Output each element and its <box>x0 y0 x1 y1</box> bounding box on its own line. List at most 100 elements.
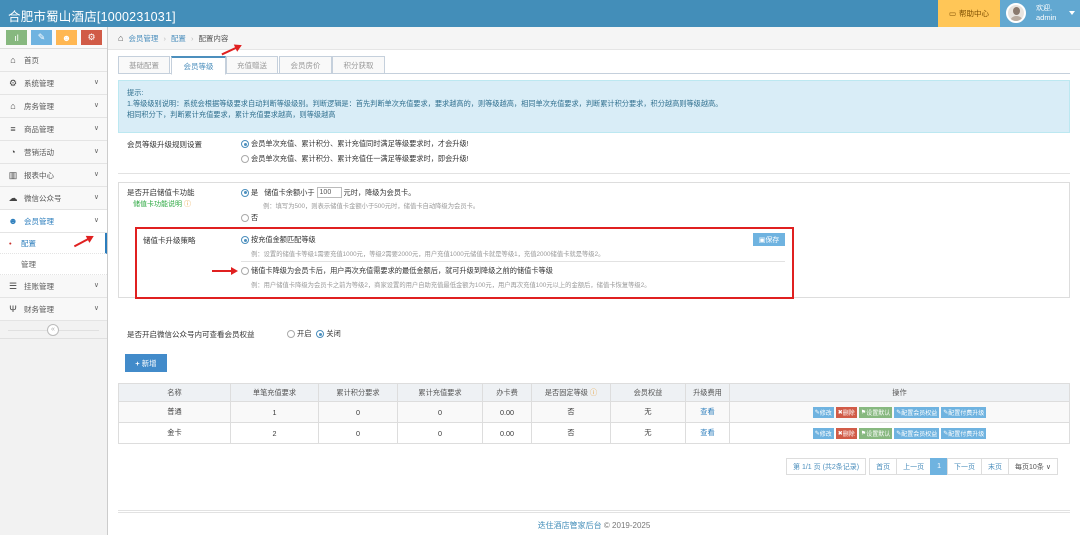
radio-checked[interactable] <box>241 236 249 244</box>
prev-page-button[interactable]: 上一页 <box>896 458 932 475</box>
set-default-button[interactable]: ⚑ 设置默认 <box>858 427 893 439</box>
cloud-icon: ☁ <box>8 192 18 203</box>
sidebar-item-rooms[interactable]: ⌂ 房务管理 ∨ <box>0 95 107 118</box>
view-upgrade-link[interactable]: 查看 <box>700 428 714 437</box>
chevron-down-icon: ∨ <box>1045 463 1051 471</box>
delete-button[interactable]: ✖ 删除 <box>835 406 857 418</box>
column-header: 累计积分要求 <box>318 383 398 402</box>
user-menu[interactable]: 欢迎, admin <box>1000 0 1080 27</box>
alert-title: 提示: <box>127 88 144 97</box>
divider <box>118 173 1070 174</box>
tab-member-level[interactable]: 会员等级 <box>171 56 226 75</box>
page-size-value: 每页10条 <box>1015 463 1044 471</box>
cell-total: 0 <box>397 401 483 423</box>
stored-card-help-link[interactable]: 储值卡功能说明 ⓘ <box>133 199 191 209</box>
page-number[interactable]: 1 <box>930 458 949 475</box>
users-icon: ☻ <box>8 216 18 226</box>
op-label: 配置会员权益 <box>901 431 938 438</box>
sidebar-item-reports[interactable]: ▥ 报表中心 ∨ <box>0 164 107 187</box>
chevron-right-icon: › <box>190 33 194 43</box>
question-circle-icon: ⓘ <box>587 387 598 397</box>
sidebar-item-finance[interactable]: Ψ 财务管理 ∨ <box>0 298 107 321</box>
sidebar-collapse-bar: « <box>0 321 107 339</box>
op-label: 配置会员权益 <box>901 410 938 417</box>
tab-basic-config[interactable]: 基础配置 <box>118 56 170 74</box>
radio-label: 否 <box>251 213 259 222</box>
upgrade-rule-option-any[interactable]: 会员单次充值、累计积分、累计充值任一满足等级要求时，即会升级! <box>241 154 469 164</box>
table-header-row: 名称 单笔充值要求 累计积分要求 累计充值要求 办卡费 是否固定等级 ⓘ 会员权… <box>118 383 1070 402</box>
strategy-option-restore[interactable]: 储值卡降级为会员卡后，用户再次充值需要求的最低金额后，就可升级到降级之前的储值卡… <box>241 266 553 276</box>
last-page-button[interactable]: 末页 <box>981 458 1010 475</box>
save-button[interactable]: ▣ 保存 <box>753 233 785 246</box>
sidebar-item-wechat[interactable]: ☁ 微信公众号 ∨ <box>0 187 107 210</box>
page-size-select[interactable]: 每页10条 ∨ <box>1008 458 1058 475</box>
radio-unchecked[interactable] <box>241 214 249 222</box>
config-rights-button[interactable]: ✎ 配置会员权益 <box>894 406 940 418</box>
threshold-input[interactable]: 100 <box>316 187 342 198</box>
sidebar-item-label: 会员管理 <box>24 216 54 226</box>
bar-chart-icon: ▥ <box>8 169 18 180</box>
stored-card-label: 是否开启储值卡功能 <box>127 188 195 197</box>
wechat-rights-label: 是否开启微信公众号内可查看会员权益 <box>127 330 255 339</box>
breadcrumb-link[interactable]: 会员管理 <box>128 33 158 44</box>
view-upgrade-link[interactable]: 查看 <box>700 407 714 416</box>
double-left-icon[interactable]: « <box>47 324 59 336</box>
stored-card-yes-option[interactable]: 是 储值卡余额小于 100 元时，降级为会员卡。 <box>241 187 415 198</box>
cogs-icon[interactable]: ⚙ <box>81 30 102 45</box>
sidebar-item-home[interactable]: ⌂ 首页 <box>0 49 107 72</box>
op-label: 配置付费升级 <box>948 431 985 438</box>
edit-button[interactable]: ✎ 修改 <box>812 427 834 439</box>
set-default-button[interactable]: ⚑ 设置默认 <box>858 406 893 418</box>
first-page-button[interactable]: 首页 <box>869 458 898 475</box>
radio-unchecked[interactable] <box>287 330 295 338</box>
column-header: 名称 <box>118 383 231 402</box>
delete-button[interactable]: ✖ 删除 <box>835 427 857 439</box>
user-welcome: 欢迎, <box>1036 5 1052 12</box>
chevron-down-icon: ∨ <box>93 102 99 109</box>
stored-card-no-option[interactable]: 否 <box>241 213 258 223</box>
cell-points: 0 <box>318 422 398 444</box>
group-icon[interactable]: ☻ <box>56 30 77 45</box>
sidebar-item-marketing[interactable]: ◔ 营销活动 ∨ <box>0 141 107 164</box>
annotation-arrow <box>212 267 238 275</box>
sidebar-item-system[interactable]: ⚙ 系统管理 ∨ <box>0 72 107 95</box>
cell-points: 0 <box>318 401 398 423</box>
top-navbar: 合肥市蜀山酒店[1000231031] ▭ 帮助中心 欢迎, admin <box>0 0 1080 27</box>
config-rights-button[interactable]: ✎ 配置会员权益 <box>894 427 940 439</box>
tab-recharge-gift[interactable]: 充值赠送 <box>226 56 278 74</box>
pencil-icon[interactable]: ✎ <box>31 30 52 45</box>
chevron-down-icon: ∨ <box>93 171 99 178</box>
strategy-option-amount[interactable]: 按充值金额匹配等级 <box>241 235 316 245</box>
sidebar-item-goods[interactable]: ≡ 商品管理 ∨ <box>0 118 107 141</box>
tab-member-price[interactable]: 会员房价 <box>279 56 332 74</box>
sidebar-item-credit[interactable]: ☰ 挂账管理 ∨ <box>0 275 107 298</box>
config-paid-upgrade-button[interactable]: ✎ 配置付费升级 <box>941 427 987 439</box>
radio-unchecked[interactable] <box>241 155 249 163</box>
column-header: 升级费用 <box>685 383 730 402</box>
hotel-brand-title[interactable]: 合肥市蜀山酒店[1000231031] <box>8 6 176 25</box>
column-header-text: 是否固定等级 <box>544 387 588 397</box>
next-page-button[interactable]: 下一页 <box>947 458 983 475</box>
radio-checked[interactable] <box>241 188 249 197</box>
user-name: admin <box>1036 13 1057 22</box>
column-header: 单笔充值要求 <box>230 383 319 402</box>
breadcrumb-link[interactable]: 配置 <box>171 33 186 44</box>
chevron-down-icon: ∨ <box>93 217 99 224</box>
sidebar-item-members[interactable]: ☻ 会员管理 ∨ <box>0 210 107 233</box>
upgrade-rule-option-all[interactable]: 会员单次充值、累计积分、累计充值同时满足等级要求时，才会升级! <box>241 139 469 149</box>
op-label: 修改 <box>819 410 832 417</box>
radio-checked[interactable] <box>241 140 249 148</box>
footer-divider <box>118 510 1070 513</box>
help-center-button[interactable]: ▭ 帮助中心 <box>938 0 1000 27</box>
radio-unchecked[interactable] <box>241 267 249 275</box>
edit-button[interactable]: ✎ 修改 <box>812 406 834 418</box>
radio-label: 是 <box>251 187 259 197</box>
gear-icon: ⚙ <box>8 77 18 88</box>
bank-icon: ⌂ <box>10 101 16 111</box>
tab-points[interactable]: 积分获取 <box>332 56 385 74</box>
radio-checked[interactable] <box>316 330 325 338</box>
add-level-button[interactable]: + 新增 <box>125 354 167 372</box>
config-paid-upgrade-button[interactable]: ✎ 配置付费升级 <box>941 406 987 418</box>
sidebar-subitem-manage[interactable]: 管理 <box>0 254 107 275</box>
signal-icon[interactable]: ıl <box>6 30 27 45</box>
